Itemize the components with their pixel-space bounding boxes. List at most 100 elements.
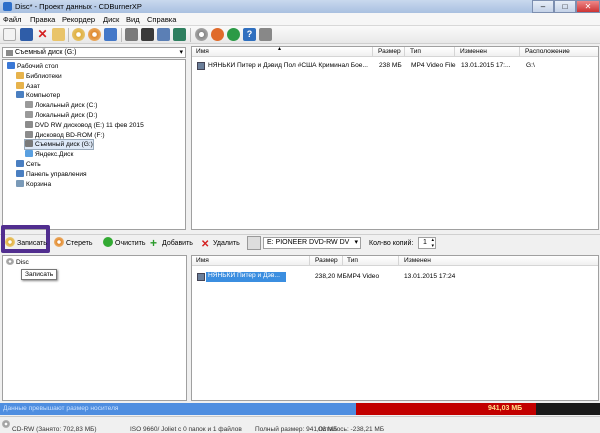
copies-input[interactable]: 1 ▴ ▾ — [418, 237, 436, 249]
tree-item[interactable]: Панель управления — [16, 169, 87, 179]
file-location: G:\ — [526, 62, 535, 69]
refresh-icon — [103, 237, 113, 247]
title-bar: Disc* - Проект данных - CDBurnerXP – □ ✕ — [0, 0, 600, 13]
tree-item[interactable]: Рабочий стол — [7, 62, 58, 71]
file-list[interactable]: Имя Размер Тип Изменен Расположение ▴ НЯ… — [191, 46, 599, 230]
menu-recorder[interactable]: Рекордер — [62, 15, 95, 24]
import-icon[interactable] — [104, 28, 117, 41]
add-label: Добавить — [162, 240, 193, 247]
tooltip: Записать — [21, 269, 58, 280]
disc-root[interactable]: Disc — [6, 258, 29, 266]
table-row[interactable]: НЯНЬКИ Питер и Дэв... 238,20 МБ MP4 Vide… — [194, 272, 598, 282]
control-panel-icon — [16, 169, 24, 177]
tree-item-label: Дисковод BD-ROM (F:) — [35, 131, 105, 139]
tree-item[interactable]: Библиотеки — [16, 71, 62, 81]
minimize-button[interactable]: – — [532, 0, 554, 13]
removable-disk-icon — [25, 140, 33, 148]
folder-tree[interactable]: Рабочий стол Библиотеки Азат Компьютер Локал… — [2, 59, 186, 230]
tree-item[interactable]: Компьютер — [16, 91, 60, 100]
disc-file-size: 238,20 МБ — [315, 273, 347, 280]
properties-icon[interactable] — [125, 28, 138, 41]
network-icon — [16, 160, 24, 167]
menu-disc[interactable]: Диск — [103, 15, 119, 24]
burn-label: Записать — [17, 240, 47, 247]
settings-icon[interactable] — [195, 28, 208, 41]
about-icon[interactable] — [259, 28, 272, 41]
help-icon[interactable]: ? — [243, 28, 256, 41]
drive-select[interactable]: E: PIONEER DVD-RW DV ▾ — [263, 237, 361, 249]
save-icon[interactable] — [20, 28, 33, 41]
tree-item[interactable]: Съемный диск (G:) — [24, 139, 94, 151]
tree-item[interactable]: Дисковод BD-ROM (F:) — [25, 130, 105, 140]
app-icon — [3, 2, 12, 11]
tree-item[interactable]: DVD RW дисковод (E:) 11 фев 2015 — [25, 120, 144, 130]
status-bar: CD-RW (Занято: 702,83 МБ) ISO 9660/ Joli… — [0, 416, 600, 433]
new-project-icon[interactable] — [3, 28, 16, 41]
col-type[interactable]: Тип — [410, 48, 421, 55]
open-icon[interactable] — [52, 28, 65, 41]
drive-info-icon[interactable] — [141, 28, 154, 41]
dvd-drive-icon — [25, 120, 33, 128]
burn-disc-icon[interactable] — [72, 28, 85, 41]
capacity-warning: Данные превышают размер носителя — [3, 405, 119, 412]
col-name[interactable]: Имя — [196, 48, 209, 55]
disc-col-size[interactable]: Размер — [315, 257, 338, 264]
menu-edit[interactable]: Правка — [30, 15, 55, 24]
tree-item-label: Компьютер — [26, 92, 61, 100]
col-location[interactable]: Расположение — [525, 48, 570, 55]
plus-icon: + — [150, 236, 158, 250]
cover-icon[interactable] — [173, 28, 186, 41]
main-toolbar: ✕ ? — [0, 26, 600, 44]
tree-item[interactable]: Локальный диск (C:) — [25, 101, 97, 110]
col-size[interactable]: Размер — [378, 48, 401, 55]
disc-file-list[interactable]: Имя Размер Тип Изменен НЯНЬКИ Питер и Дэ… — [191, 255, 599, 401]
compilation-icon[interactable] — [157, 28, 170, 41]
capacity-total: 941,03 МБ — [488, 405, 523, 412]
col-modified[interactable]: Изменен — [460, 48, 487, 55]
disc-col-name[interactable]: Имя — [196, 257, 209, 264]
bd-drive-icon — [25, 130, 33, 138]
burn-button[interactable]: Записать — [5, 237, 47, 250]
erase-button[interactable]: Стереть — [54, 237, 92, 250]
tree-item-label: Рабочий стол — [17, 63, 59, 70]
add-button[interactable]: + Добавить — [150, 237, 193, 250]
stepper-icon[interactable]: ▴ ▾ — [431, 237, 434, 249]
tree-item-label: Панель управления — [26, 170, 87, 178]
tree-item-label: Корзина — [26, 180, 52, 188]
tree-item-label: Яндекс.Диск — [35, 151, 74, 159]
disc-col-modified[interactable]: Изменен — [404, 257, 431, 264]
tree-item[interactable]: Азат — [16, 81, 40, 91]
file-size: 238 МБ — [379, 62, 402, 69]
disc-tree[interactable]: Disc Записать — [2, 255, 187, 401]
erase-disc-icon[interactable] — [88, 28, 101, 41]
maximize-button[interactable]: □ — [554, 0, 576, 13]
desktop-icon — [7, 62, 15, 69]
menu-view[interactable]: Вид — [126, 15, 140, 24]
tree-item[interactable]: Яндекс.Диск — [25, 150, 73, 159]
close-button[interactable]: ✕ — [576, 0, 600, 13]
tree-item-label: Библиотеки — [26, 72, 62, 80]
file-name: НЯНЬКИ Питер и Дэвид Пол #США Криминал Б… — [208, 62, 368, 69]
window-title: Disc* - Проект данных - CDBurnerXP — [15, 2, 142, 11]
tree-item[interactable]: Корзина — [16, 179, 52, 189]
chevron-down-icon: ▾ — [354, 239, 358, 246]
menu-help[interactable]: Справка — [147, 15, 176, 24]
menu-file[interactable]: Файл — [3, 15, 21, 24]
audio-icon[interactable] — [211, 28, 224, 41]
delete-button[interactable]: ✕ Удалить — [201, 237, 240, 250]
table-row[interactable]: НЯНЬКИ Питер и Дэвид Пол #США Криминал Б… — [194, 61, 598, 71]
drive-combo-label: Съемный диск (G:) — [15, 49, 77, 56]
clean-button[interactable]: Очистить — [103, 237, 145, 250]
tree-item-label: Локальный диск (C:) — [35, 102, 98, 110]
web-icon[interactable] — [227, 28, 240, 41]
disc-root-label: Disc — [16, 259, 29, 266]
tree-item-label: Сеть — [26, 161, 41, 168]
delete-icon[interactable]: ✕ — [36, 28, 49, 41]
disc-list-header: Имя Размер Тип Изменен — [192, 256, 598, 266]
disc-col-type[interactable]: Тип — [347, 257, 358, 264]
disc-file-name: НЯНЬКИ Питер и Дэв... — [206, 272, 286, 282]
copies-value: 1 — [423, 239, 427, 246]
tree-item[interactable]: Локальный диск (D:) — [25, 111, 97, 120]
drive-combo[interactable]: Съемный диск (G:) ▾ — [2, 47, 186, 58]
tree-item[interactable]: Сеть — [16, 160, 41, 169]
